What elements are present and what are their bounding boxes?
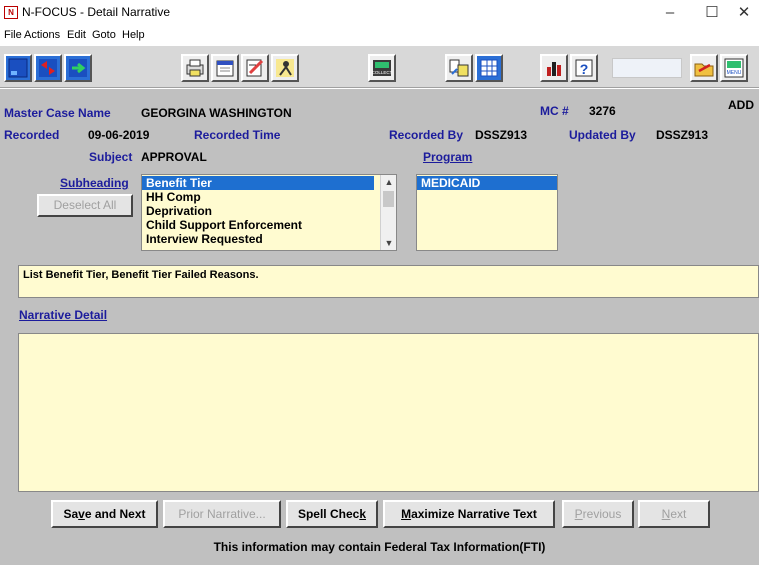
menu-edit[interactable]: Edit: [67, 29, 86, 41]
mode-indicator: ADD: [728, 98, 754, 112]
save-and-next-label-pre: Sa: [63, 507, 79, 521]
master-case-name-label: Master Case Name: [4, 106, 111, 120]
back-forward-icon[interactable]: [34, 54, 62, 82]
open-folder-icon[interactable]: [690, 54, 718, 82]
subheading-listbox[interactable]: Benefit Tier HH Comp Deprivation Child S…: [141, 174, 397, 251]
save-and-next-hotkey: v: [78, 507, 85, 521]
minimize-button[interactable]: –: [655, 2, 685, 24]
previous-hotkey: P: [574, 507, 583, 521]
save-and-next-label-post: e and Next: [84, 507, 146, 521]
person-action-icon[interactable]: [271, 54, 299, 82]
previous-label-post: revious: [582, 507, 622, 521]
menu-icon[interactable]: MENU: [720, 54, 748, 82]
menu-goto[interactable]: Goto: [92, 29, 116, 41]
subheading-link[interactable]: Subheading: [60, 176, 129, 190]
nfocus-app-icon[interactable]: N: [4, 6, 18, 19]
help-icon[interactable]: ?: [570, 54, 598, 82]
subheading-option-benefit-tier[interactable]: Benefit Tier: [142, 176, 374, 190]
subject-value: APPROVAL: [141, 150, 207, 164]
recorded-time-label: Recorded Time: [194, 128, 281, 142]
spell-check-hotkey: k: [359, 507, 367, 521]
scroll-down-icon[interactable]: ▼: [381, 236, 396, 250]
next-button[interactable]: Next: [638, 500, 710, 528]
narrative-detail-link[interactable]: Narrative Detail: [19, 308, 107, 322]
scroll-up-icon[interactable]: ▲: [381, 175, 396, 189]
spell-check-label-pre: Spell Chec: [297, 507, 360, 521]
folder-compare-icon[interactable]: [445, 54, 473, 82]
title-bar: N N-FOCUS - Detail Narrative – ☐ ✕: [0, 0, 759, 26]
maximize-label-post: aximize Narrative Text: [411, 507, 537, 521]
maximize-button[interactable]: ☐: [697, 2, 727, 24]
bar-chart-icon[interactable]: [540, 54, 568, 82]
subheading-scrollbar[interactable]: ▲ ▼: [380, 175, 396, 250]
spell-check-button[interactable]: Spell Check: [286, 500, 378, 528]
updated-by-label: Updated By: [569, 128, 636, 142]
previous-button[interactable]: Previous: [562, 500, 634, 528]
subheading-option-child-support[interactable]: Child Support Enforcement: [142, 218, 396, 232]
narrative-detail-textarea[interactable]: [18, 333, 759, 492]
scroll-thumb[interactable]: [383, 191, 394, 207]
master-case-name-value: GEORGINA WASHINGTON: [141, 106, 292, 120]
prior-narrative-button[interactable]: Prior Narrative...: [163, 500, 281, 528]
maximize-narrative-text-button[interactable]: Maximize Narrative Text: [383, 500, 555, 528]
mc-number-value: 3276: [589, 104, 616, 118]
svg-text:?: ?: [580, 61, 589, 77]
program-listbox[interactable]: MEDICAID: [416, 174, 558, 251]
close-button[interactable]: ✕: [729, 2, 759, 24]
subheading-description: List Benefit Tier, Benefit Tier Failed R…: [18, 265, 759, 298]
window-title: N-FOCUS - Detail Narrative: [22, 5, 171, 19]
menu-bar: File Actions Edit Goto Help: [0, 26, 759, 46]
recorded-by-label: Recorded By: [389, 128, 464, 142]
menu-actions[interactable]: Actions: [24, 29, 60, 41]
exit-arrow-icon[interactable]: [64, 54, 92, 82]
save-and-next-button[interactable]: Save and Next: [51, 500, 158, 528]
detail-narrative-form: Master Case Name GEORGINA WASHINGTON MC …: [0, 89, 759, 565]
subject-label: Subject: [89, 150, 133, 164]
collect-icon-label: COLLECT: [372, 70, 393, 75]
blue-window-icon[interactable]: [4, 54, 32, 82]
subheading-option-hh-comp[interactable]: HH Comp: [142, 190, 396, 204]
menu-icon-label: MENU: [727, 70, 742, 76]
program-option-medicaid[interactable]: MEDICAID: [417, 176, 557, 190]
recorded-label: Recorded: [4, 128, 60, 142]
recorded-date-value: 09-06-2019: [88, 128, 150, 142]
collect-icon[interactable]: COLLECT: [368, 54, 396, 82]
program-link[interactable]: Program: [423, 150, 472, 164]
subheading-option-deprivation[interactable]: Deprivation: [142, 204, 396, 218]
grid-icon[interactable]: [475, 54, 503, 82]
recorded-by-value: DSSZ913: [475, 128, 528, 142]
updated-by-value: DSSZ913: [656, 128, 709, 142]
subheading-option-interview-requested[interactable]: Interview Requested: [142, 232, 396, 246]
printer-icon[interactable]: [181, 54, 209, 82]
edit-note-icon[interactable]: [241, 54, 269, 82]
mc-number-label: MC #: [540, 104, 569, 118]
deselect-all-button[interactable]: Deselect All: [37, 194, 133, 217]
fti-notice: This information may contain Federal Tax…: [213, 540, 546, 554]
menu-help[interactable]: Help: [122, 29, 145, 41]
maximize-hotkey: M: [401, 507, 412, 521]
menu-file[interactable]: File: [4, 29, 22, 41]
next-label-post: ext: [670, 507, 687, 521]
toolbar-quick-field[interactable]: [612, 58, 682, 78]
calendar-icon[interactable]: [211, 54, 239, 82]
toolbar: COLLECT ? MENU: [0, 46, 759, 88]
